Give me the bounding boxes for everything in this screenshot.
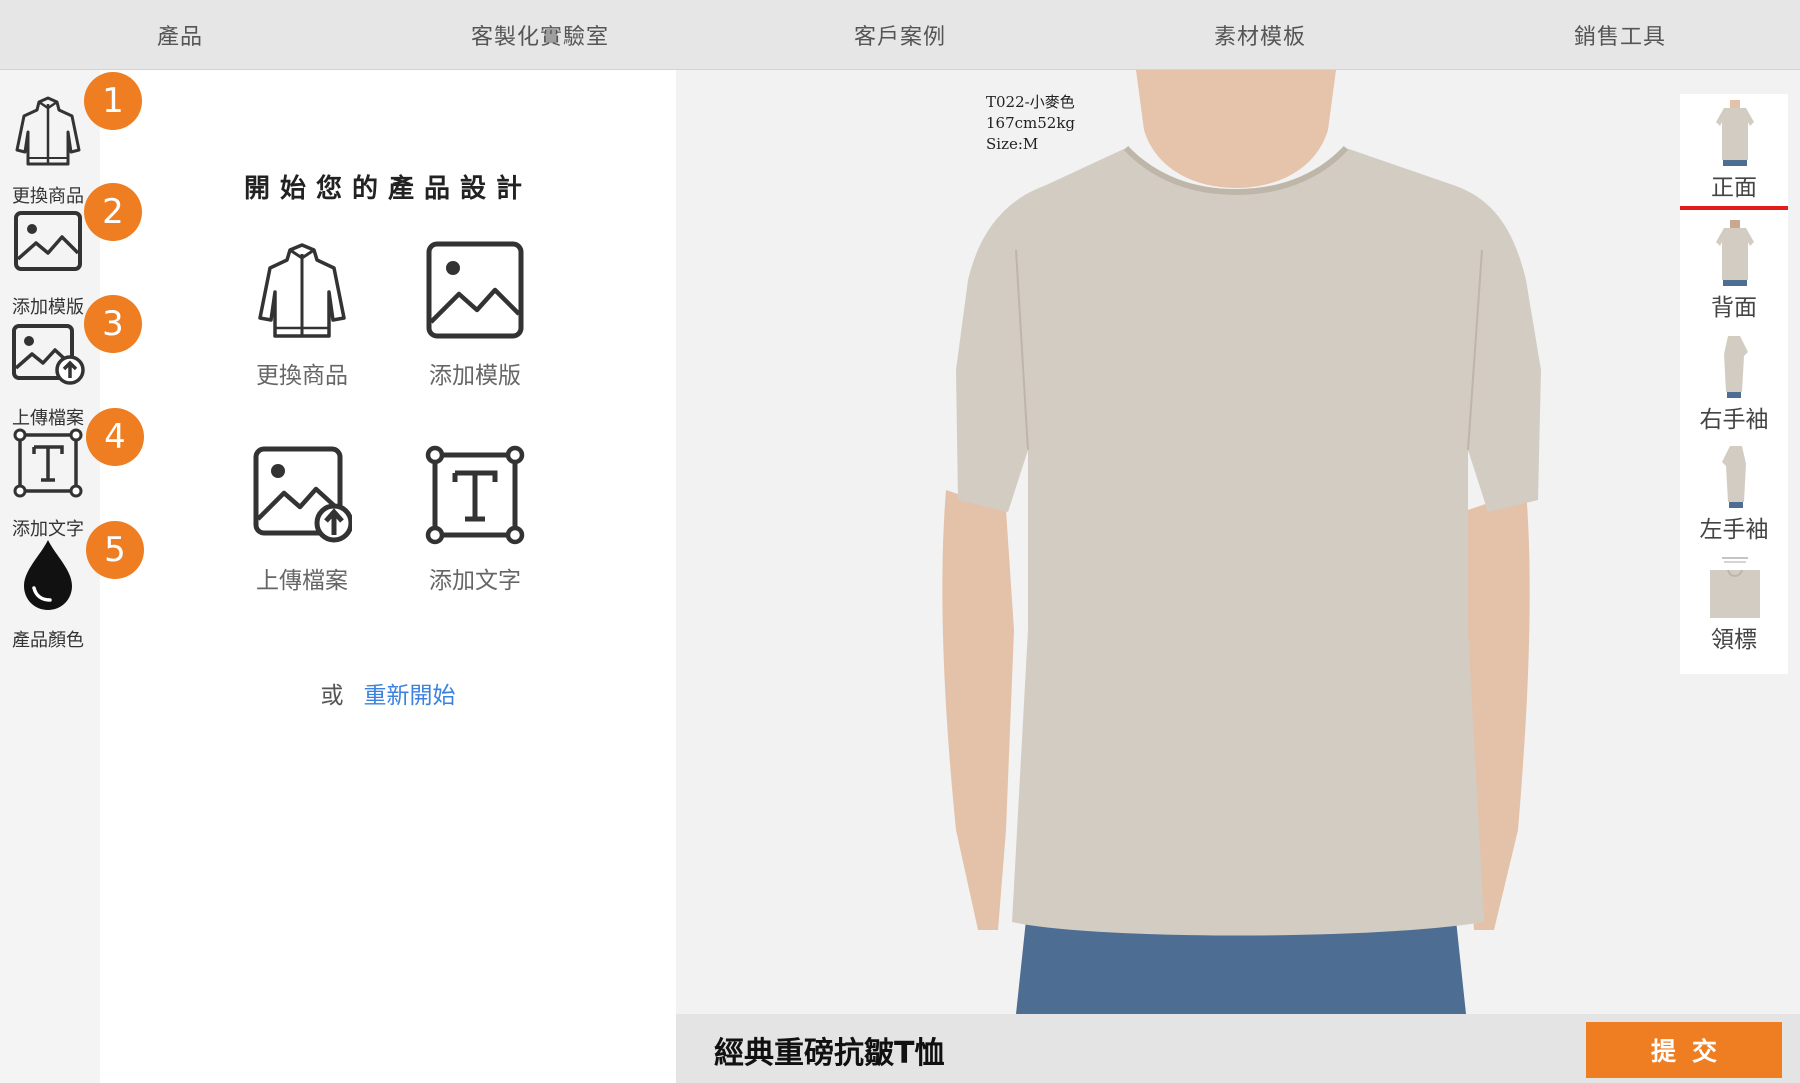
- restart-row: 或重新開始: [100, 676, 676, 710]
- right-sleeve-thumbnail: [1724, 336, 1748, 398]
- option-upload-file[interactable]: 上傳檔案: [222, 445, 382, 615]
- option-label: 上傳檔案: [256, 568, 348, 594]
- image-icon: [14, 211, 82, 271]
- view-front[interactable]: 正面: [1680, 94, 1788, 210]
- text-box-icon: [13, 428, 83, 498]
- view-label: 左手袖: [1699, 517, 1769, 543]
- step-badge-4: 4: [86, 408, 144, 466]
- step-badge-2: 2: [84, 183, 142, 241]
- view-selector: 正面 背面 右手袖 左手袖 領標: [1680, 94, 1788, 674]
- nav-item-custom-lab[interactable]: 客製化實驗室: [360, 0, 720, 69]
- tshirt-shape: [956, 148, 1541, 936]
- model-info-line: T022-小麥色: [986, 93, 1075, 111]
- view-right-sleeve[interactable]: 右手袖: [1680, 326, 1788, 442]
- model-info-line: 167cm52kg: [986, 114, 1076, 132]
- view-label: 背面: [1711, 295, 1757, 321]
- tool-upload-file[interactable]: 上傳檔案: [0, 292, 100, 429]
- color-drop-icon: [24, 540, 72, 610]
- tool-add-template[interactable]: 添加模版: [0, 181, 100, 318]
- view-label: 右手袖: [1699, 407, 1769, 433]
- tool-add-text[interactable]: 添加文字: [0, 403, 100, 540]
- nav-item-sales-tools[interactable]: 銷售工具: [1440, 0, 1800, 69]
- front-view-thumbnail: [1716, 100, 1754, 166]
- tool-product-color[interactable]: 產品顏色: [0, 514, 100, 651]
- left-sleeve-thumbnail: [1722, 446, 1746, 508]
- view-left-sleeve[interactable]: 左手袖: [1680, 436, 1788, 552]
- image-upload-icon: [253, 446, 352, 543]
- design-panel: 開始您的產品設計 更換商品 添加模版 上傳檔案 添加文字 或 重新開始: [100, 70, 676, 1083]
- model-info-line: Size:M: [986, 135, 1039, 153]
- nav-item-products[interactable]: 產品: [0, 0, 360, 69]
- view-label: 領標: [1711, 627, 1757, 653]
- tool-label: 產品顏色: [12, 630, 84, 651]
- option-label: 添加模版: [429, 363, 521, 389]
- product-preview: T022-小麥色 167cm52kg Size:M: [676, 70, 1800, 1014]
- restart-link[interactable]: 重新開始: [364, 683, 456, 709]
- model-info-note: T022-小麥色 167cm52kg Size:M: [986, 92, 1075, 155]
- jacket-icon: [258, 243, 346, 338]
- nav-item-cases[interactable]: 客戶案例: [720, 0, 1080, 69]
- option-label: 添加文字: [429, 568, 521, 594]
- submit-button[interactable]: 提交: [1586, 1022, 1782, 1078]
- panel-title: 開始您的產品設計: [243, 174, 532, 204]
- step-badge-5: 5: [86, 521, 144, 579]
- neck-label-thumbnail: [1710, 557, 1760, 618]
- option-label: 更換商品: [256, 363, 348, 389]
- image-icon: [426, 241, 524, 339]
- option-change-product[interactable]: 更換商品: [222, 240, 382, 410]
- step-badge-1: 1: [84, 72, 142, 130]
- jacket-icon: [15, 96, 81, 166]
- or-text: 或: [320, 683, 344, 709]
- view-back[interactable]: 背面: [1680, 214, 1788, 330]
- text-box-icon: [425, 445, 525, 545]
- top-nav: 產品 客製化實驗室 客戶案例 素材模板 銷售工具: [0, 0, 1800, 70]
- option-add-template[interactable]: 添加模版: [395, 240, 555, 410]
- back-view-thumbnail: [1716, 220, 1754, 286]
- nav-item-templates[interactable]: 素材模板: [1080, 0, 1440, 69]
- view-label: 正面: [1711, 175, 1757, 201]
- model-tshirt-image: [942, 70, 1541, 1014]
- bottom-bar: 經典重磅抗皺T恤 提交: [676, 1014, 1800, 1083]
- image-upload-icon: [12, 324, 85, 385]
- view-neck-label[interactable]: 領標: [1680, 546, 1788, 662]
- step-badge-3: 3: [84, 295, 142, 353]
- product-name: 經典重磅抗皺T恤: [714, 1036, 945, 1071]
- option-add-text[interactable]: 添加文字: [395, 445, 555, 615]
- tool-change-product[interactable]: 更換商品: [0, 70, 100, 207]
